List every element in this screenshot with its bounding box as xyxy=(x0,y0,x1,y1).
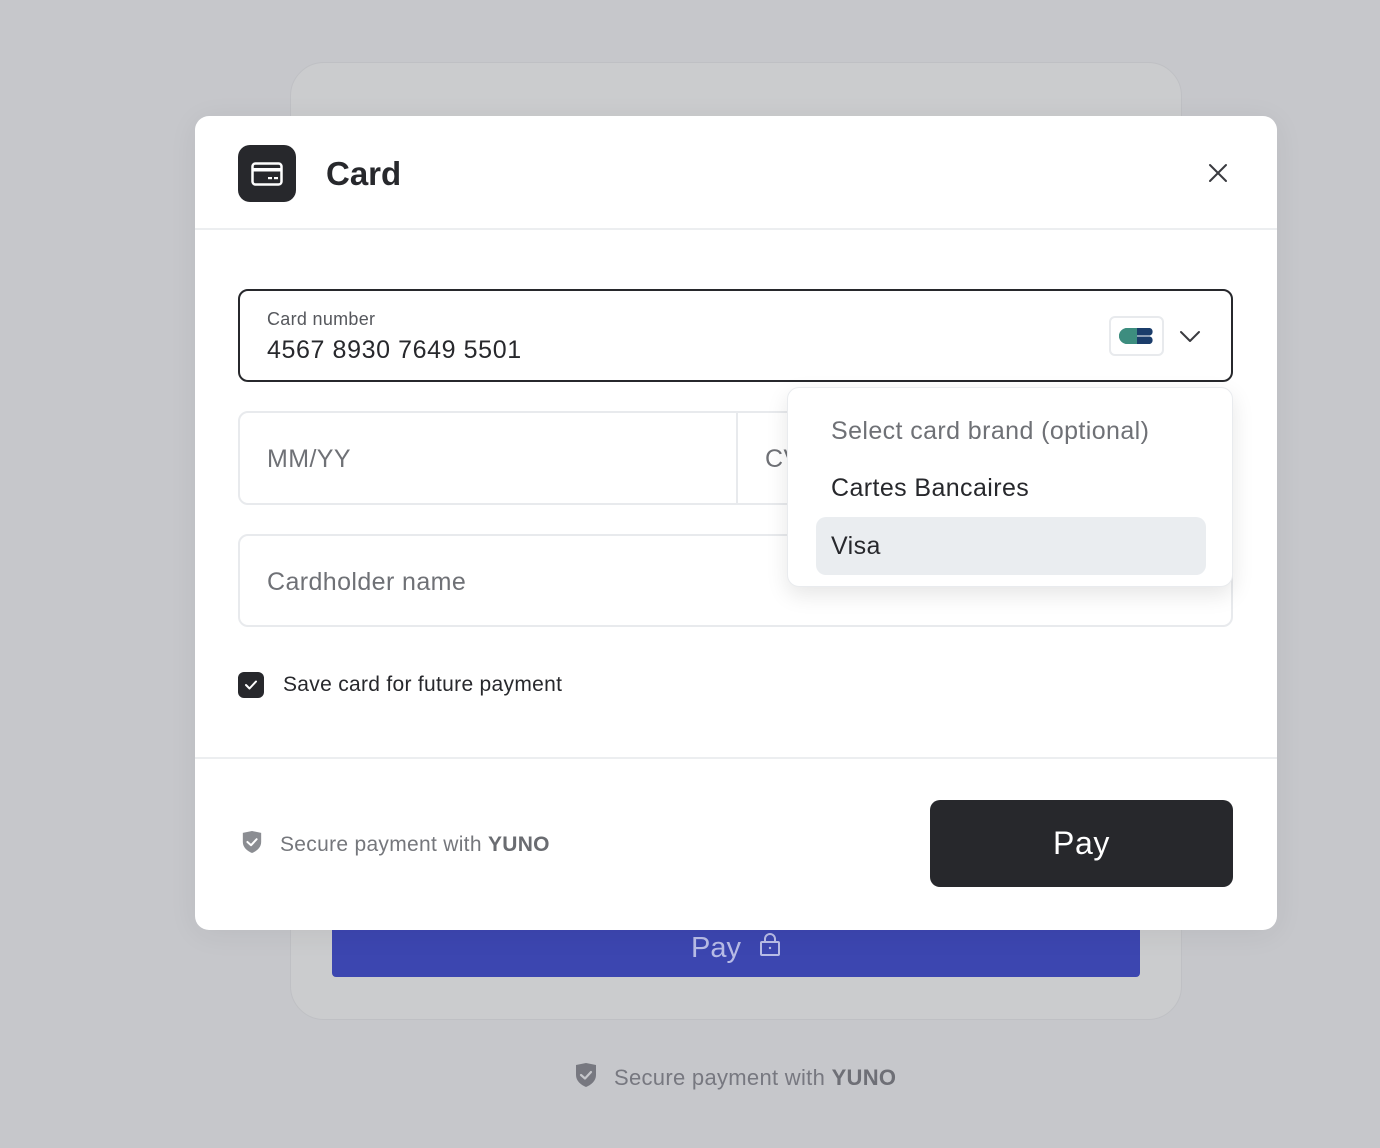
cartes-bancaires-logo xyxy=(1109,316,1164,356)
card-number-field[interactable]: Card number 4567 8930 7649 5501 xyxy=(238,289,1233,382)
secure-prefix: Secure payment with xyxy=(280,833,482,856)
pay-button[interactable]: Pay xyxy=(930,800,1233,887)
card-brand-dropdown: Select card brand (optional) Cartes Banc… xyxy=(787,387,1233,587)
dropdown-option-cartes-bancaires[interactable]: Cartes Bancaires xyxy=(816,459,1206,517)
background-secure-prefix: Secure payment with xyxy=(614,1065,826,1090)
card-number-label: Card number xyxy=(267,309,376,329)
credit-card-icon xyxy=(238,145,296,202)
save-card-row[interactable]: Save card for future payment xyxy=(238,672,562,698)
modal-header: Card xyxy=(195,116,1277,230)
close-icon[interactable] xyxy=(1203,158,1233,188)
background-secure-note: Secure payment with YUNO xyxy=(574,1062,896,1094)
secure-brand: YUNO xyxy=(487,833,550,856)
field-divider xyxy=(736,413,738,503)
expiry-input[interactable]: MM/YY xyxy=(267,445,351,474)
save-card-checkbox[interactable] xyxy=(238,672,264,698)
shield-check-icon xyxy=(574,1062,598,1094)
footer-divider xyxy=(195,757,1277,759)
cardholder-name-input[interactable]: Cardholder name xyxy=(267,568,466,597)
background-pay-label: Pay xyxy=(691,932,741,964)
lock-icon xyxy=(759,932,781,965)
chevron-down-icon[interactable] xyxy=(1178,324,1202,348)
background-secure-brand: YUNO xyxy=(831,1065,897,1090)
dropdown-option-placeholder[interactable]: Select card brand (optional) xyxy=(816,402,1206,460)
card-number-value[interactable]: 4567 8930 7649 5501 xyxy=(267,336,522,365)
dropdown-option-visa[interactable]: Visa xyxy=(816,517,1206,575)
shield-check-icon xyxy=(241,830,263,860)
save-card-label: Save card for future payment xyxy=(283,673,563,696)
modal-title: Card xyxy=(326,155,402,192)
secure-payment-note: Secure payment with YUNO xyxy=(241,830,550,860)
